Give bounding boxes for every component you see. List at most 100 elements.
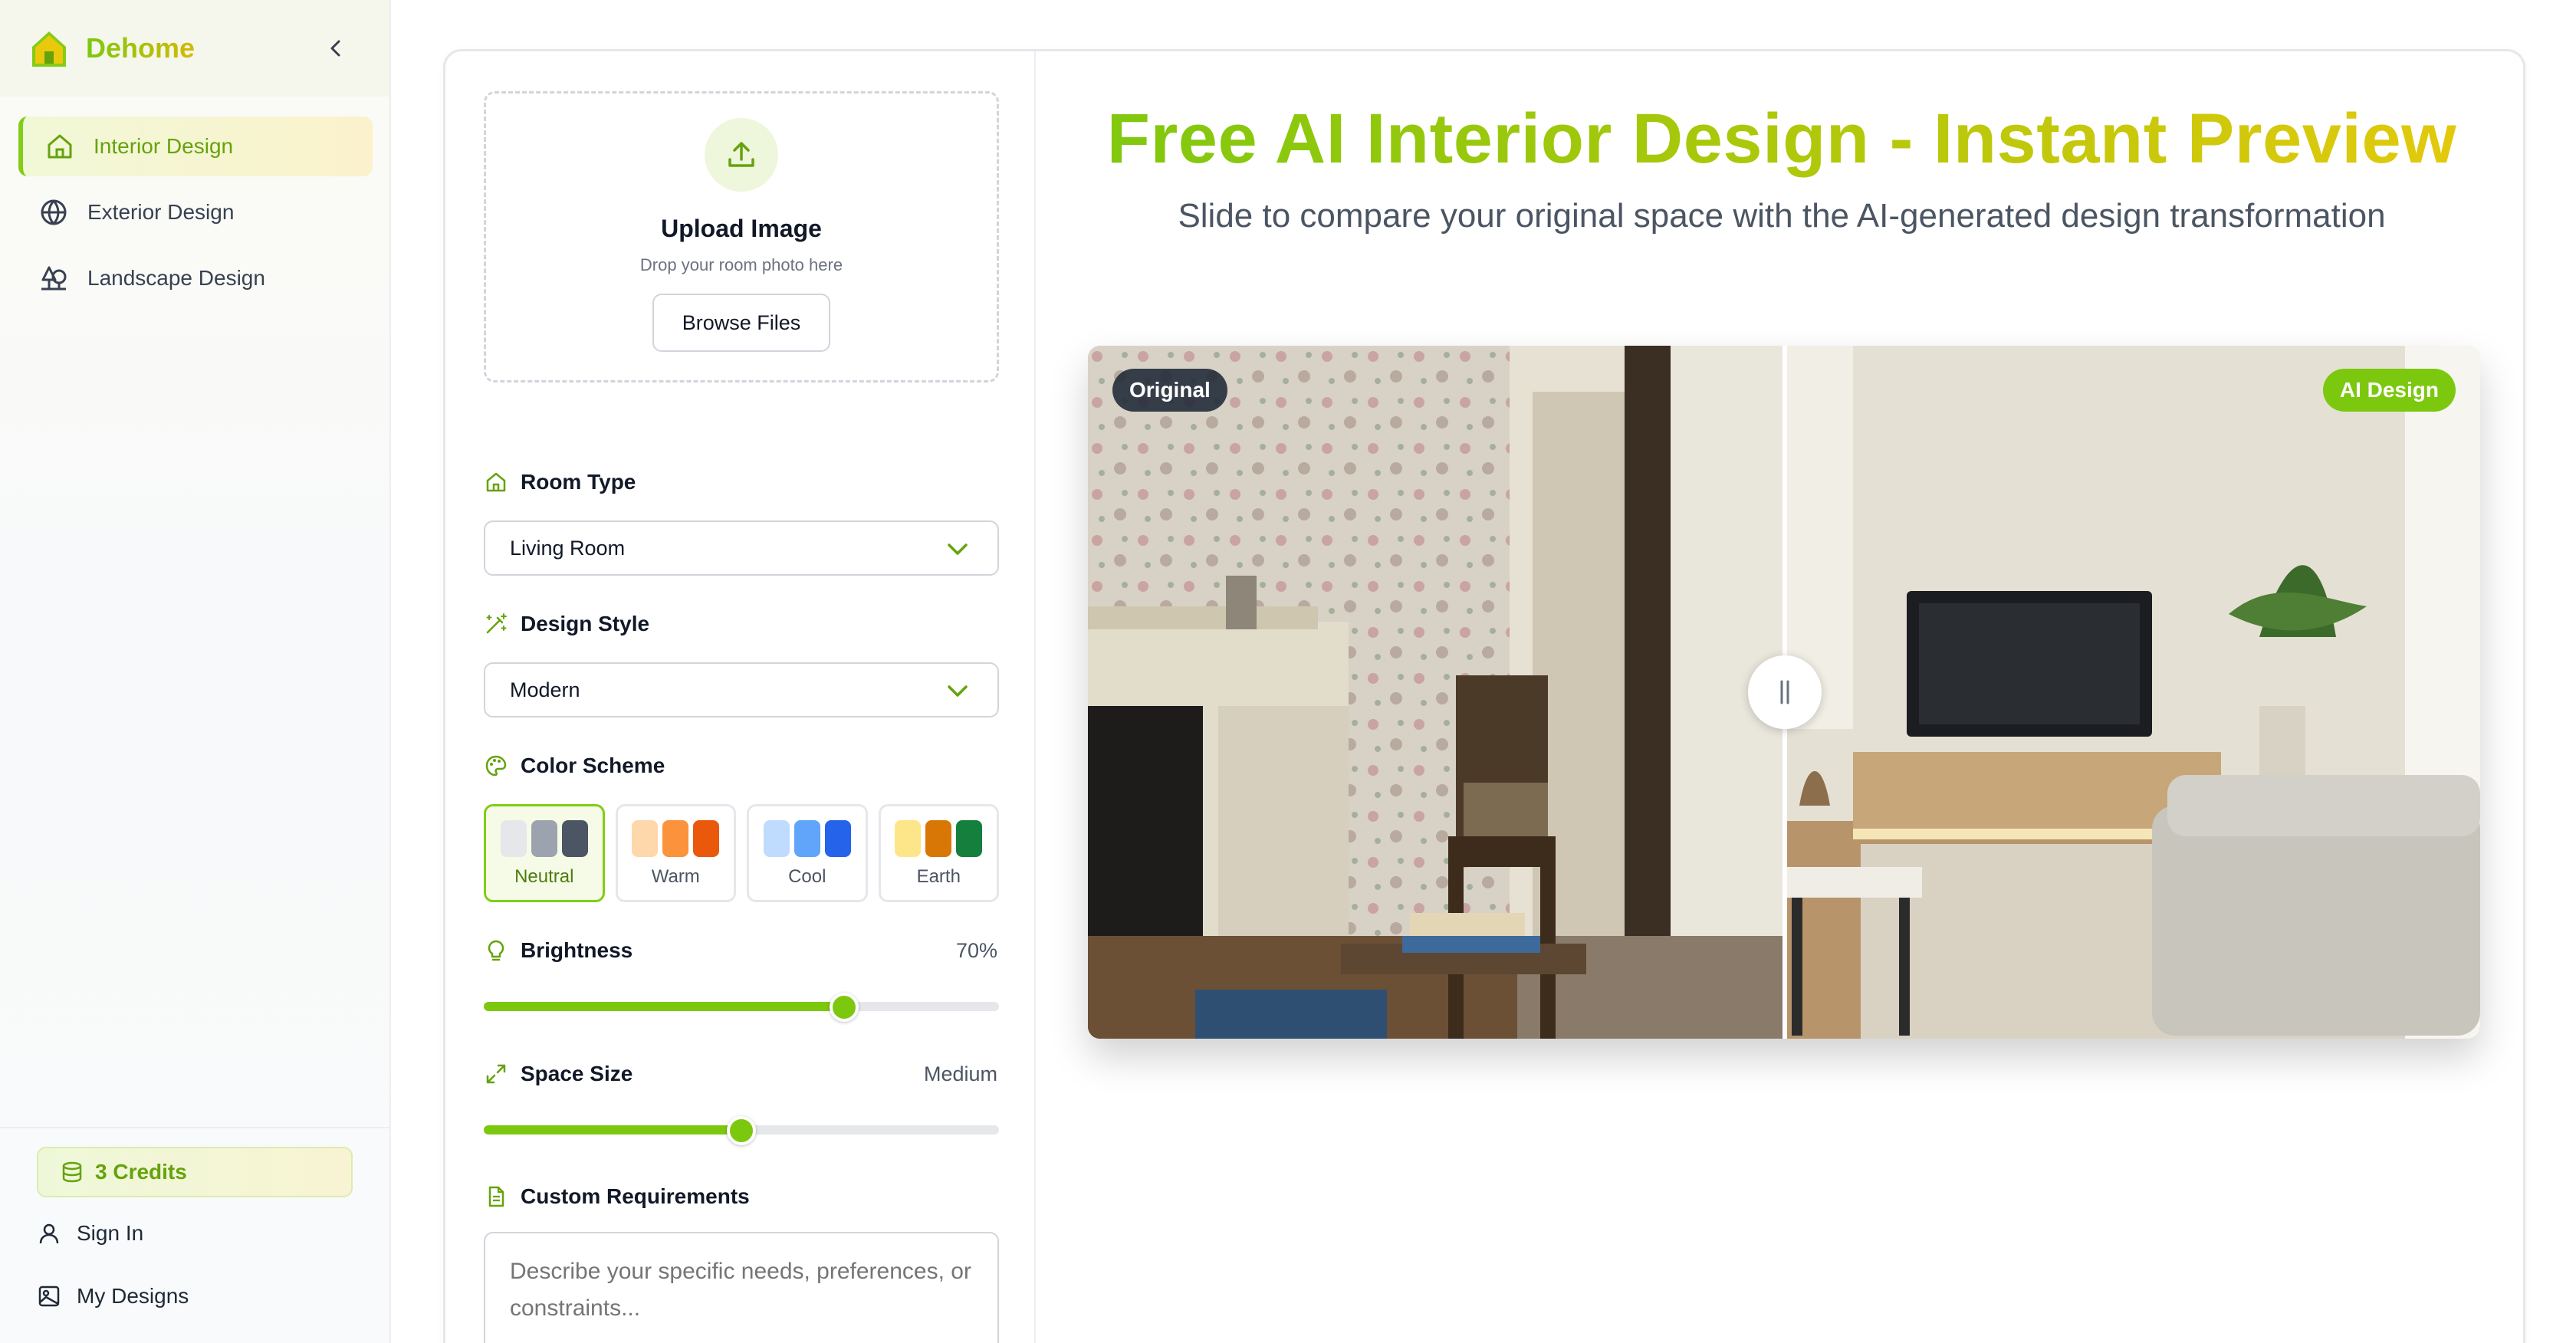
custom-requirements-text: Custom Requirements [521,1184,750,1208]
sidebar-nav: Interior Design Exterior Design Landscap… [18,117,373,314]
color-option-label: Neutral [514,866,574,887]
color-scheme-label: Color Scheme [484,754,665,778]
color-option-label: Cool [788,866,826,887]
palette-icon [485,755,507,777]
sidebar: Dehome Interior Design Exterior Design L… [0,0,391,1343]
chevron-left-icon [330,40,340,57]
home-icon [48,134,72,159]
magic-wand-icon [486,613,507,634]
color-option-neutral[interactable]: Neutral [484,804,605,902]
brightness-label: Brightness [484,938,632,963]
space-size-value: Medium [923,1062,997,1085]
design-style-value: Modern [510,678,580,701]
upload-icon [728,142,754,167]
credits-badge[interactable]: 3 Credits [37,1147,353,1197]
color-dot [895,820,922,857]
slider-thumb[interactable] [727,1116,756,1145]
color-scheme-text: Color Scheme [521,754,665,777]
my-designs-link[interactable]: My Designs [37,1269,353,1323]
globe-icon [41,199,67,225]
preview-title: Free AI Interior Design - Instant Previe… [1036,99,2528,179]
slider-thumb[interactable] [830,993,859,1022]
room-type-value: Living Room [510,536,626,560]
color-option-warm[interactable]: Warm [615,804,736,902]
color-dot [632,820,659,857]
brightness-value: 70% [955,939,997,962]
slider-fill [484,1125,741,1134]
color-dots [763,820,851,857]
expand-icon [486,1064,506,1084]
sidebar-item-interior-design[interactable]: Interior Design [18,117,373,176]
color-option-cool[interactable]: Cool [747,804,868,902]
space-size-text: Space Size [521,1062,633,1085]
sidebar-item-label: Exterior Design [87,200,235,224]
custom-requirements-input[interactable] [484,1232,999,1343]
design-style-text: Design Style [521,612,650,635]
color-dot [794,820,820,857]
color-dot [824,820,851,857]
drag-handle-icon [1780,680,1789,704]
space-size-slider[interactable] [484,1116,999,1145]
ai-design-tag: AI Design [2322,369,2456,412]
color-option-label: Warm [651,866,700,887]
credits-label: 3 Credits [95,1160,187,1184]
original-room-image [1088,346,1784,1039]
custom-requirements-label: Custom Requirements [484,1184,750,1209]
upload-subtitle: Drop your room photo here [639,255,843,274]
compare-slider-handle[interactable] [1748,655,1822,729]
color-dot [956,820,983,857]
color-dot [500,820,527,857]
color-dot [763,820,790,857]
controls-panel: Upload Image Drop your room photo here B… [445,51,1036,1343]
brand-name: Dehome [86,32,196,64]
logo-icon [32,31,66,67]
color-dot [693,820,720,857]
sidebar-item-exterior-design[interactable]: Exterior Design [18,182,373,242]
my-designs-label: My Designs [77,1284,189,1308]
design-style-select[interactable]: Modern [484,662,999,717]
browse-files-button[interactable]: Browse Files [652,294,830,352]
sidebar-footer: 3 Credits Sign In My Designs [0,1127,389,1343]
main-card: Upload Image Drop your room photo here B… [443,49,2525,1343]
room-type-text: Room Type [521,470,636,494]
slider-fill [484,1002,845,1011]
color-dot [561,820,588,857]
trees-icon [41,266,67,291]
user-icon [39,1223,59,1244]
color-scheme-options: Neutral Warm Cool Earth [484,804,999,904]
brightness-text: Brightness [521,938,633,962]
color-dot [662,820,689,857]
chevron-down-icon [948,543,968,555]
sign-in-label: Sign In [77,1221,144,1245]
sidebar-item-label: Landscape Design [87,266,265,290]
document-icon [488,1186,504,1207]
upload-dropzone[interactable]: Upload Image Drop your room photo here B… [484,91,999,383]
color-option-earth[interactable]: Earth [878,804,999,902]
coins-icon [62,1161,82,1183]
brand-header: Dehome [0,0,389,97]
ai-design-room-image [1784,346,2480,1039]
room-type-label: Room Type [484,470,636,494]
color-dots [500,820,588,857]
design-style-label: Design Style [484,612,649,636]
sidebar-item-label: Interior Design [94,134,234,158]
home-icon [486,472,506,492]
brightness-slider[interactable] [484,993,999,1022]
color-dot [925,820,952,857]
color-dot [531,820,557,857]
preview-subtitle: Slide to compare your original space wit… [1178,197,2386,235]
before-after-compare[interactable]: Original AI Design [1088,346,2480,1039]
color-dots [632,820,720,857]
space-size-label: Space Size [484,1062,632,1086]
collapse-sidebar-button[interactable] [319,31,353,65]
color-option-label: Earth [916,866,961,887]
lightbulb-icon [488,940,504,961]
original-tag: Original [1112,369,1227,412]
upload-title: Upload Image [661,215,822,242]
upload-icon-circle [705,118,778,192]
sign-in-link[interactable]: Sign In [37,1207,353,1260]
sidebar-item-landscape-design[interactable]: Landscape Design [18,248,373,308]
room-type-select[interactable]: Living Room [484,520,999,576]
color-dots [895,820,983,857]
image-icon [38,1286,60,1307]
